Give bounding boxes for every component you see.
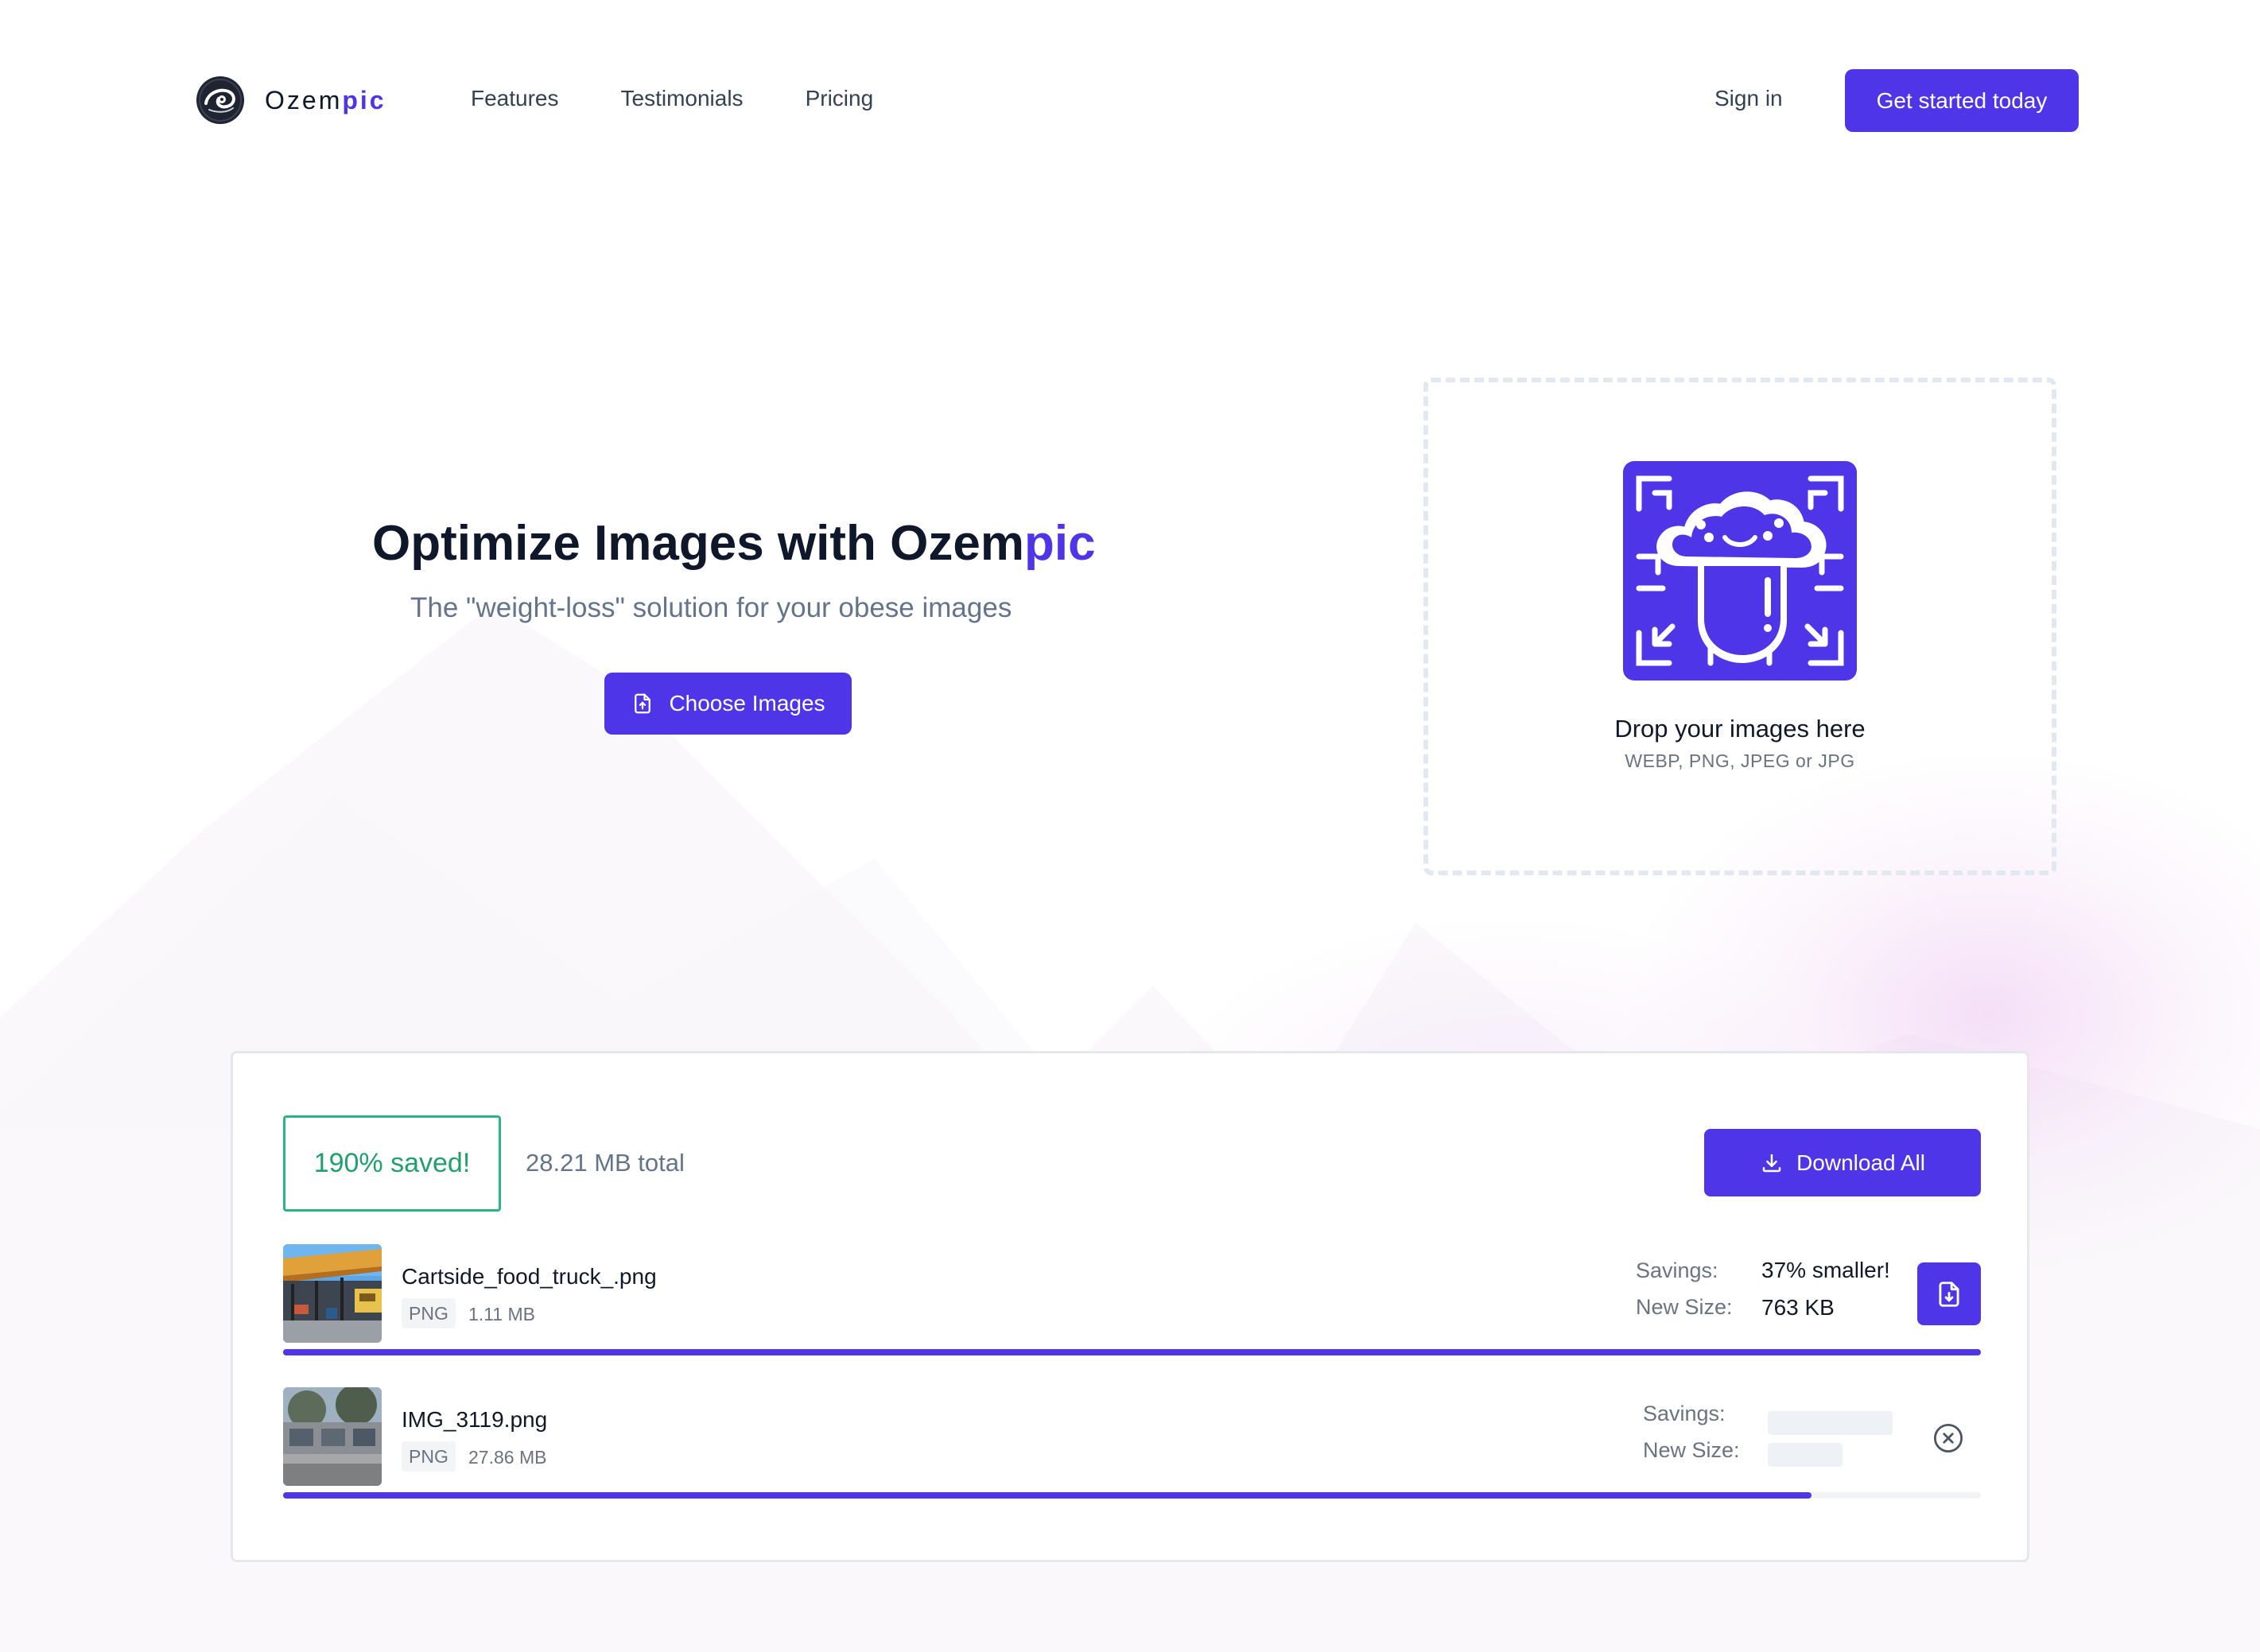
download-all-label: Download All [1796, 1150, 1925, 1175]
file-thumbnail [283, 1387, 382, 1486]
file-name: Cartside_food_truck_.png [402, 1264, 657, 1289]
file-size: 27.86 MB [468, 1447, 547, 1468]
get-started-button[interactable]: Get started today [1845, 69, 2079, 132]
savings-loading-placeholder [1768, 1411, 1893, 1435]
new-size-label: New Size: [1636, 1295, 1733, 1319]
file-download-icon [1939, 1281, 1959, 1307]
choose-images-label: Choose Images [669, 691, 825, 715]
top-navigation: Ozempic Features Testimonials Pricing Si… [0, 0, 2260, 199]
hero-title: Optimize Images with Ozempic [372, 515, 1096, 572]
cloud-mascot-icon [1623, 461, 1857, 681]
nav-links: Features Testimonials Pricing [471, 86, 935, 111]
file-row: Cartside_food_truck_.png PNG 1.11 MB Sav… [283, 1244, 1981, 1371]
brand-logo-icon [196, 76, 244, 124]
hero-title-text: Optimize Images with Ozem [372, 516, 1024, 571]
total-size: 28.21 MB total [526, 1149, 685, 1177]
download-file-button[interactable] [1917, 1262, 1981, 1325]
file-type-badge: PNG [402, 1441, 456, 1472]
file-name: IMG_3119.png [402, 1407, 548, 1432]
close-circle-icon [1933, 1423, 1963, 1453]
progress-fill [283, 1349, 1981, 1355]
file-thumbnail [283, 1244, 382, 1343]
building-photo [283, 1387, 382, 1486]
nav-link-pricing[interactable]: Pricing [806, 86, 874, 111]
nav-link-testimonials[interactable]: Testimonials [621, 86, 744, 111]
file-type-badge: PNG [402, 1298, 456, 1328]
brand-logo[interactable]: Ozempic [195, 75, 386, 126]
download-all-button[interactable]: Download All [1704, 1129, 1981, 1196]
hero-subtitle: The "weight-loss" solution for your obes… [410, 592, 1012, 623]
new-size-value: 763 KB [1761, 1295, 1835, 1320]
new-size-label: New Size: [1643, 1438, 1740, 1462]
results-card: 190% saved! 28.21 MB total Download All [231, 1051, 2029, 1562]
download-icon [1762, 1154, 1781, 1172]
image-dropzone[interactable]: Drop your images here WEBP, PNG, JPEG or… [1423, 378, 2056, 875]
saved-badge: 190% saved! [283, 1115, 501, 1212]
cancel-upload-button[interactable] [1932, 1421, 1965, 1455]
nav-link-features[interactable]: Features [471, 86, 559, 111]
new-size-loading-placeholder [1768, 1443, 1843, 1467]
file-upload-icon [635, 693, 651, 714]
progress-fill [283, 1492, 1811, 1499]
savings-label: Savings: [1643, 1402, 1726, 1425]
file-size: 1.11 MB [468, 1304, 535, 1324]
savings-label: Savings: [1636, 1258, 1718, 1282]
brand-name-accent: pic [342, 85, 386, 114]
sign-in-link[interactable]: Sign in [1714, 86, 1783, 111]
savings-value: 37% smaller! [1761, 1258, 1890, 1282]
hero-title-accent: pic [1023, 516, 1096, 571]
progress-bar [283, 1349, 1981, 1355]
brand-name-prefix: Ozem [265, 85, 343, 114]
choose-images-button[interactable]: Choose Images [604, 673, 852, 735]
dropzone-formats: WEBP, PNG, JPEG or JPG [1625, 750, 1855, 771]
brand-name: Ozempic [265, 86, 386, 115]
file-row: IMG_3119.png PNG 27.86 MB Savings: New S… [283, 1387, 1981, 1514]
progress-bar [283, 1492, 1981, 1499]
food-truck-photo [283, 1244, 382, 1343]
dropzone-title: Drop your images here [1614, 715, 1866, 743]
